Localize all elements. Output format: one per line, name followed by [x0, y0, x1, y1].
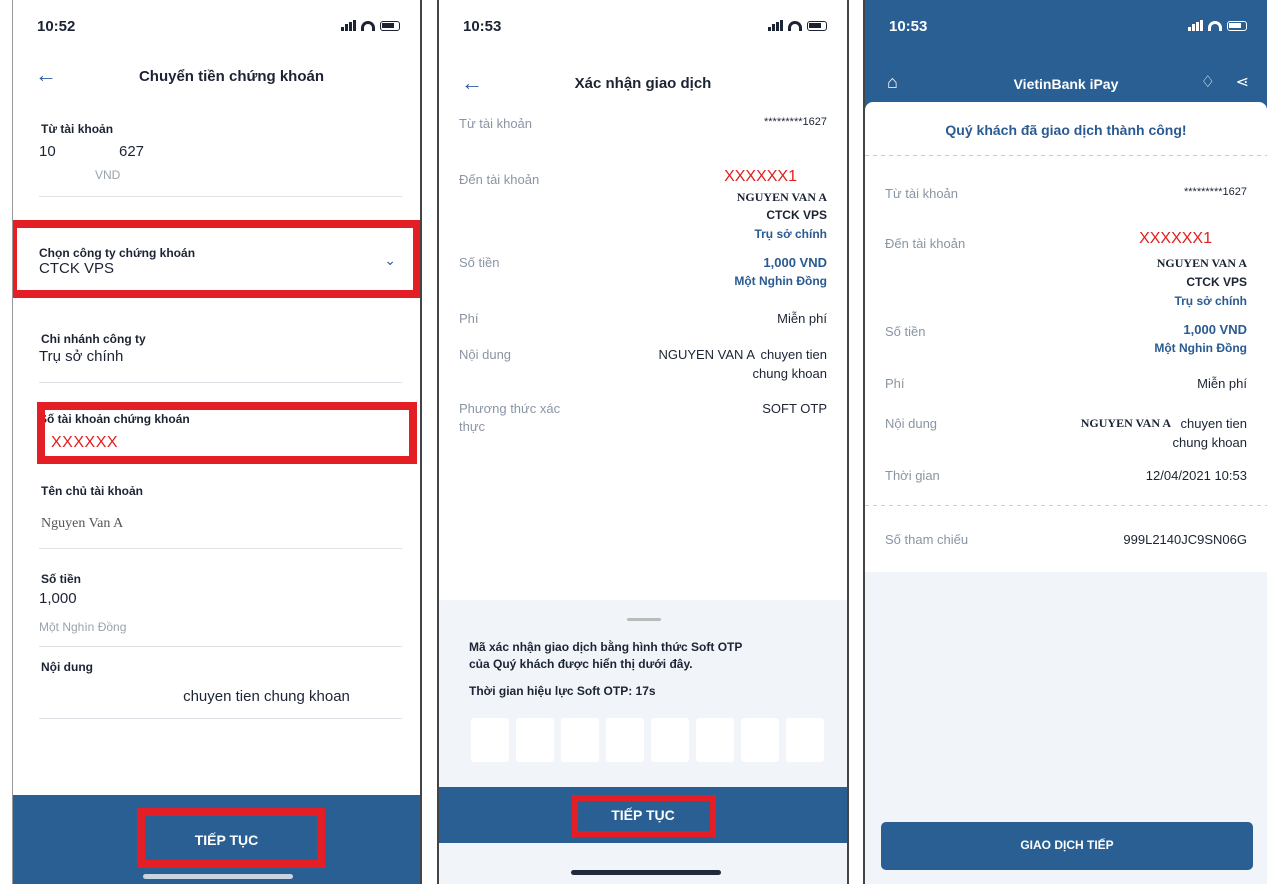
reference-value: 999L2140JC9SN06G: [1123, 532, 1247, 547]
from-account-label: Từ tài khoản: [41, 122, 114, 136]
content-line1: chuyen tien: [1180, 416, 1248, 431]
otp-digit-1: [471, 718, 509, 762]
highlight-account: [37, 402, 417, 464]
fee-value: Miễn phí: [1197, 376, 1247, 391]
from-account-currency: VND: [95, 168, 121, 182]
wifi-icon: [361, 20, 375, 31]
to-account-label: Đến tài khoản: [459, 172, 540, 187]
method-label-2: thực: [459, 419, 486, 434]
status-bar: 10:53: [439, 18, 847, 40]
from-account-label: Từ tài khoản: [459, 116, 533, 131]
content-line2: chung khoan: [752, 366, 827, 381]
from-account-prefix: 10: [39, 143, 56, 160]
otp-digit-3: [561, 718, 599, 762]
otp-digit-5: [651, 718, 689, 762]
battery-icon: [1227, 20, 1247, 31]
amount-label: Số tiền: [41, 572, 82, 586]
branch-value: Trụ sở chính: [39, 348, 124, 365]
amount-input[interactable]: 1,000: [39, 590, 77, 607]
from-account-label: Từ tài khoản: [885, 186, 959, 201]
share-icon[interactable]: ⋖: [1236, 72, 1249, 92]
home-indicator: [571, 870, 721, 875]
time-value: 12/04/2021 10:53: [1145, 468, 1247, 483]
to-account-name: NGUYEN VAN A: [736, 190, 827, 204]
status-time: 10:53: [463, 18, 502, 35]
to-account-name: NGUYEN VAN A: [1156, 256, 1247, 270]
content-label: Nội dung: [41, 660, 93, 674]
screen-transfer-form: 10:52 ← Chuyển tiền chứng khoán Từ tài k…: [12, 0, 422, 884]
content-input[interactable]: chuyen tien chung khoan: [13, 688, 420, 705]
page-title: Xác nhận giao dịch: [574, 75, 712, 92]
content-name: NGUYEN VAN A: [658, 347, 755, 362]
to-company: CTCK VPS: [1186, 275, 1247, 289]
branch-label: Chi nhánh công ty: [41, 332, 146, 346]
content-name: NGUYEN VAN A: [1080, 416, 1171, 430]
screen-transaction-success: 10:53 ⌂ VietinBank iPay ♢ ⋖ Quý khách đã…: [863, 0, 1267, 884]
status-time: 10:53: [889, 18, 928, 35]
otp-digit-7: [741, 718, 779, 762]
amount-label: Số tiền: [885, 324, 926, 339]
to-account-value: XXXXXX1: [1139, 230, 1212, 247]
to-branch: Trụ sở chính: [754, 227, 827, 241]
screen-confirm-transaction: 10:53 ← Xác nhận giao dịch Từ tài khoản …: [437, 0, 849, 884]
signal-icon: [341, 20, 356, 31]
to-account-value: XXXXXX1: [724, 168, 797, 185]
signal-icon: [768, 20, 783, 31]
method-value: SOFT OTP: [762, 401, 827, 416]
otp-digit-2: [516, 718, 554, 762]
success-message: Quý khách đã giao dịch thành công!: [945, 122, 1187, 138]
battery-icon: [807, 20, 827, 31]
fee-label: Phí: [459, 311, 479, 326]
status-bar: 10:53: [865, 18, 1267, 40]
content-label: Nội dung: [459, 347, 512, 362]
otp-timer: Thời gian hiệu lực Soft OTP: 17s: [469, 684, 656, 698]
highlight-company: [13, 220, 420, 298]
to-account-label: Đến tài khoản: [885, 236, 966, 251]
content-line1: chuyen tien: [760, 347, 828, 362]
owner-value: Nguyen Van A: [41, 516, 124, 531]
amount-words: Một Nghin Đồng: [1154, 341, 1247, 355]
amount-label: Số tiền: [459, 255, 500, 270]
home-indicator: [143, 874, 293, 879]
status-time: 10:52: [37, 18, 76, 35]
notification-icon[interactable]: ♢: [1201, 72, 1215, 92]
method-label-1: Phương thức xác: [459, 401, 561, 416]
fee-label: Phí: [885, 376, 905, 391]
wifi-icon: [788, 20, 802, 31]
amount-value: 1,000 VND: [763, 255, 827, 270]
content-label: Nội dung: [885, 416, 938, 431]
highlight-continue: [137, 808, 325, 868]
app-header: [865, 0, 1267, 112]
next-transaction-label: GIAO DỊCH TIẾP: [1020, 838, 1114, 852]
content-line2: chung khoan: [1172, 435, 1247, 450]
otp-digit-6: [696, 718, 734, 762]
fee-value: Miễn phí: [777, 311, 827, 326]
otp-text-1: Mã xác nhận giao dịch bằng hình thức Sof…: [469, 640, 743, 654]
page-title: Chuyển tiền chứng khoán: [138, 68, 325, 85]
wifi-icon: [1208, 20, 1222, 31]
amount-words: Một Nghin Đồng: [734, 274, 827, 288]
from-account-value: *********1627: [1184, 186, 1247, 198]
from-account-value: *********1627: [764, 116, 827, 128]
highlight-continue: [572, 795, 716, 837]
next-transaction-button[interactable]: GIAO DỊCH TIẾP: [881, 822, 1253, 870]
otp-text-2: của Quý khách được hiển thị dưới đây.: [469, 657, 693, 671]
from-account-suffix: 627: [119, 143, 145, 160]
signal-icon: [1188, 20, 1203, 31]
to-company: CTCK VPS: [766, 208, 827, 222]
to-branch: Trụ sở chính: [1174, 294, 1247, 308]
battery-icon: [380, 20, 400, 31]
status-bar: 10:52: [13, 18, 420, 40]
otp-digit-8: [786, 718, 824, 762]
owner-label: Tên chủ tài khoản: [41, 484, 144, 498]
otp-digit-4: [606, 718, 644, 762]
amount-words: Một Nghìn Đồng: [39, 620, 127, 634]
sheet-handle[interactable]: [627, 618, 661, 621]
reference-label: Số tham chiếu: [885, 532, 969, 547]
amount-value: 1,000 VND: [1183, 322, 1247, 337]
time-label: Thời gian: [885, 468, 940, 483]
